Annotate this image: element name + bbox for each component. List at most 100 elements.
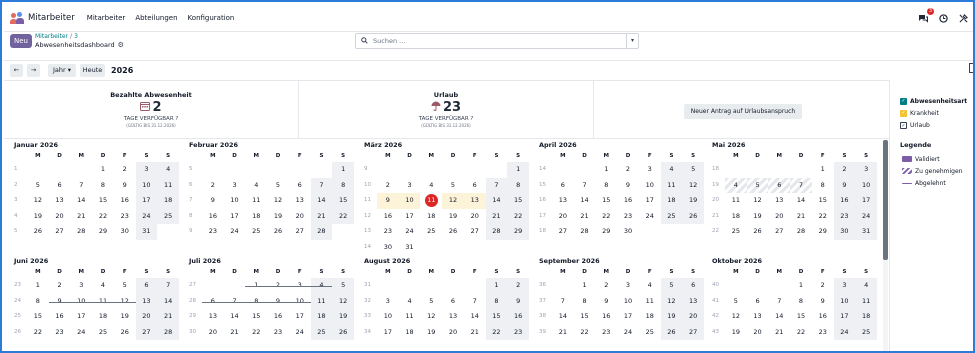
calendar-day[interactable]: 17 <box>70 309 92 325</box>
calendar-day[interactable]: 16 <box>114 193 136 209</box>
calendar-day[interactable]: 10 <box>224 193 246 209</box>
calendar-day[interactable]: 25 <box>157 208 179 224</box>
calendar-day[interactable]: 19 <box>442 209 464 225</box>
calendar-day[interactable]: 15 <box>507 193 529 209</box>
calendar-day[interactable]: 5 <box>27 178 49 194</box>
calendar-day[interactable]: 3 <box>617 278 639 294</box>
calendar-day[interactable]: 4 <box>725 177 747 193</box>
calendar-day[interactable]: 1 <box>92 162 114 178</box>
calendar-day[interactable]: 6 <box>552 178 574 194</box>
calendar-day[interactable]: 4 <box>639 278 661 294</box>
calendar-day[interactable]: 28 <box>574 224 596 240</box>
calendar-day[interactable]: 8 <box>595 178 617 194</box>
calendar-day[interactable]: 3 <box>855 162 877 178</box>
calendar-day[interactable]: 27 <box>135 324 158 340</box>
menu-departments[interactable]: Abteilungen <box>135 14 177 22</box>
calendar-day[interactable]: 17 <box>617 309 639 325</box>
checkbox-checked-icon[interactable]: ✓ <box>900 109 907 117</box>
calendar-day[interactable]: 17 <box>639 193 661 209</box>
calendar-day[interactable]: 5 <box>267 178 289 194</box>
calendar-day[interactable]: 25 <box>639 325 661 341</box>
calendar-day[interactable]: 3 <box>288 278 311 294</box>
calendar-day[interactable]: 9 <box>507 293 529 309</box>
search-bar[interactable]: Suchen ... ▾ <box>355 33 639 49</box>
calendar-day[interactable]: 10 <box>639 178 661 194</box>
calendar-day[interactable]: 14 <box>310 193 333 209</box>
calendar-day[interactable]: 6 <box>682 278 704 294</box>
calendar-day[interactable]: 13 <box>135 293 158 309</box>
filter-sick-leave[interactable]: ✓ Krankheit <box>900 107 973 119</box>
calendar-day[interactable]: 23 <box>595 325 617 341</box>
calendar-day[interactable]: 4 <box>660 162 683 178</box>
next-button[interactable]: → <box>27 64 40 77</box>
calendar-day[interactable]: 15 <box>92 193 114 209</box>
app-name[interactable]: Mitarbeiter <box>28 13 75 23</box>
calendar-day[interactable]: 17 <box>377 325 399 341</box>
calendar-scrollbar[interactable] <box>883 140 888 351</box>
calendar-day[interactable]: 5 <box>114 278 136 294</box>
summary-card-vacation[interactable]: Urlaub 23 TAGE VERFÜGBAR ? (GÜLTIG BIS 3… <box>299 81 594 139</box>
calendar-day[interactable]: 26 <box>660 324 683 340</box>
calendar-day[interactable]: 13 <box>552 193 574 209</box>
calendar-day[interactable]: 18 <box>660 193 683 209</box>
calendar-day[interactable]: 28 <box>790 224 812 240</box>
calendar-day[interactable]: 22 <box>507 208 529 224</box>
filter-vacation[interactable]: ✓ Urlaub <box>900 119 973 131</box>
calendar-day[interactable]: 5 <box>442 178 464 194</box>
calendar-day[interactable]: 26 <box>267 224 289 240</box>
calendar-day[interactable]: 9 <box>48 294 71 310</box>
calendar-day[interactable]: 21 <box>464 325 486 341</box>
calendar-day[interactable]: 20 <box>442 325 464 341</box>
calendar-day[interactable]: 30 <box>377 240 399 256</box>
calendar-day[interactable]: 15 <box>27 309 49 325</box>
calendar-day[interactable]: 8 <box>485 293 508 309</box>
calendar-day[interactable]: 16 <box>267 309 289 325</box>
calendar-day[interactable]: 8 <box>790 294 812 310</box>
calendar-day[interactable]: 20 <box>464 209 486 225</box>
calendar-day[interactable]: 2 <box>267 278 289 294</box>
scrollbar-thumb[interactable] <box>883 140 888 260</box>
summary-card-paid-time-off[interactable]: Bezahlte Abwesenheit 2 TAGE VERFÜGBAR ? … <box>4 81 299 139</box>
calendar-day[interactable]: 28 <box>157 324 179 340</box>
calendar-day[interactable]: 2 <box>595 278 617 294</box>
calendar-day[interactable]: 6 <box>289 178 311 194</box>
search-icon[interactable] <box>361 36 368 46</box>
calendar-day[interactable]: 14 <box>224 309 246 325</box>
checkbox-checked-icon[interactable]: ✓ <box>900 97 907 105</box>
calendar-day[interactable]: 20 <box>682 309 704 325</box>
calendar-day[interactable]: 13 <box>202 309 224 325</box>
calendar-day[interactable]: 14 <box>464 309 486 325</box>
calendar-day[interactable]: 30 <box>617 224 639 240</box>
calendar-day[interactable]: 19 <box>332 309 354 325</box>
calendar-day[interactable]: 23 <box>114 209 136 225</box>
calendar-day[interactable]: 2 <box>377 178 399 194</box>
calendar-day[interactable]: 13 <box>289 193 311 209</box>
calendar-day[interactable]: 17 <box>833 309 856 325</box>
calendar-day[interactable]: 17 <box>289 309 311 325</box>
calendar-day[interactable]: 21 <box>552 325 574 341</box>
calendar-day[interactable]: 18 <box>310 309 333 325</box>
calendar-day[interactable]: 3 <box>639 162 661 178</box>
calendar-day[interactable]: 2 <box>617 162 639 178</box>
calendar-day[interactable]: 13 <box>682 293 704 309</box>
calendar-day[interactable]: 5 <box>332 278 354 294</box>
calendar-day[interactable]: 10 <box>377 309 399 325</box>
calendar-day[interactable]: 12 <box>682 177 704 193</box>
calendar-day[interactable]: 18 <box>855 309 877 325</box>
calendar-day[interactable]: 12 <box>660 293 683 309</box>
calendar-day[interactable]: 25 <box>92 325 114 341</box>
calendar-day[interactable]: 10 <box>288 294 311 310</box>
calendar-day[interactable]: 6 <box>442 294 464 310</box>
calendar-day[interactable]: 7 <box>768 294 790 310</box>
calendar-day[interactable]: 22 <box>92 209 114 225</box>
calendar-day[interactable]: 12 <box>267 193 289 209</box>
calendar-day[interactable]: 8 <box>507 177 529 193</box>
calendar-day[interactable]: 20 <box>768 209 790 225</box>
calendar-day[interactable]: 9 <box>377 193 399 209</box>
calendar-day[interactable]: 29 <box>507 224 529 240</box>
calendar-day[interactable]: 20 <box>289 209 311 225</box>
chat-icon[interactable]: 3 <box>917 8 934 24</box>
calendar-day[interactable]: 9 <box>267 294 289 310</box>
calendar-day[interactable]: 2 <box>114 162 136 178</box>
calendar-day[interactable]: 21 <box>574 209 596 225</box>
